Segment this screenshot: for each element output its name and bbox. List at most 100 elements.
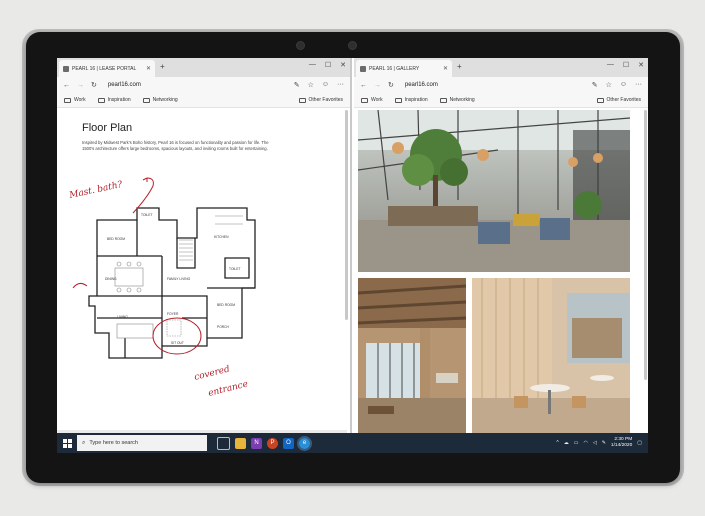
site-favicon-icon xyxy=(360,65,366,72)
room-label-bedroom-2: BED ROOM xyxy=(217,303,235,307)
favorite-work[interactable]: Work xyxy=(361,97,383,103)
minimize-icon[interactable]: — xyxy=(309,61,316,69)
more-icon[interactable]: ··· xyxy=(337,81,344,89)
maximize-icon[interactable]: ☐ xyxy=(623,61,629,69)
edge-icon[interactable]: e xyxy=(297,435,312,451)
room-label-kitchen: KITCHEN xyxy=(214,235,229,239)
clock-date: 1/14/2020 xyxy=(610,443,633,448)
floor-plan-drawing: TOILET BED ROOM KITCHEN TOILET DINING FA… xyxy=(68,177,256,399)
onedrive-icon[interactable]: ☁ xyxy=(564,440,569,446)
favorite-label: Networking xyxy=(449,97,475,103)
folder-icon xyxy=(361,97,368,103)
new-tab-button[interactable]: + xyxy=(160,62,165,71)
screen: PEARL 16 | LEASE PORTAL ✕ + — ☐ ✕ ← → ↻ … xyxy=(57,58,648,453)
start-button[interactable] xyxy=(57,433,77,453)
gallery-photo-cafe[interactable] xyxy=(472,278,630,433)
battery-icon[interactable]: ▭ xyxy=(574,440,579,446)
volume-icon[interactable]: ◁ xyxy=(593,440,597,446)
room-label-family-living: FAMILY LIVING xyxy=(167,277,191,281)
profile-icon[interactable]: ☺ xyxy=(322,81,329,89)
folder-icon xyxy=(64,97,71,103)
taskbar: ⌕ Type here to search N P O e ^ ☁ ▭ ◠ ◁ … xyxy=(57,433,648,453)
favorite-label: Work xyxy=(74,97,86,103)
favorites-bar: Work Inspiration Networking Other Favori… xyxy=(354,93,648,108)
favorite-label: Other Favorites xyxy=(308,97,343,103)
minimize-icon[interactable]: — xyxy=(607,61,614,69)
close-tab-icon[interactable]: ✕ xyxy=(146,65,151,72)
room-label-toilet-2: TOILET xyxy=(229,267,240,271)
address-bar: ← → ↻ pearl16.com ✎ ☆ ☺ ··· xyxy=(57,77,350,93)
task-view-icon[interactable] xyxy=(217,436,230,450)
scrollbar[interactable] xyxy=(345,110,348,320)
pen-icon[interactable]: ✎ xyxy=(602,440,606,446)
other-favorites[interactable]: Other Favorites xyxy=(298,97,343,103)
tab-lease-portal[interactable]: PEARL 16 | LEASE PORTAL ✕ xyxy=(59,60,155,77)
gallery-photo-atrium[interactable] xyxy=(358,110,630,272)
camera-icon xyxy=(348,41,357,50)
gallery-content xyxy=(354,108,648,433)
gallery-photo-lounge[interactable] xyxy=(358,278,466,433)
close-tab-icon[interactable]: ✕ xyxy=(443,65,448,72)
ink-annotation-entrance: entrance xyxy=(207,379,249,399)
room-label-porch: PORCH xyxy=(217,325,230,329)
favorite-inspiration[interactable]: Inspiration xyxy=(97,97,131,103)
taskbar-search-box[interactable]: ⌕ Type here to search xyxy=(77,435,207,451)
favorite-inspiration[interactable]: Inspiration xyxy=(394,97,428,103)
notifications-icon[interactable]: ▢ xyxy=(637,440,642,446)
favorite-label: Other Favorites xyxy=(606,97,641,103)
reading-view-icon[interactable]: ✎ xyxy=(592,81,598,89)
room-label-bedroom: BED ROOM xyxy=(107,237,125,241)
address-bar: ← → ↻ pearl16.com ✎ ☆ ☺ ··· xyxy=(354,77,648,93)
site-favicon-icon xyxy=(63,65,69,72)
file-explorer-icon[interactable] xyxy=(235,437,246,449)
favorite-label: Networking xyxy=(152,97,178,103)
browser-window-lease-portal: PEARL 16 | LEASE PORTAL ✕ + — ☐ ✕ ← → ↻ … xyxy=(57,58,352,433)
folder-icon xyxy=(142,97,150,103)
back-icon[interactable]: ← xyxy=(360,82,367,89)
url-field[interactable]: pearl16.com xyxy=(405,82,438,88)
tab-gallery[interactable]: PEARL 16 | GALLERY ✕ xyxy=(356,60,452,77)
new-tab-button[interactable]: + xyxy=(457,62,462,71)
show-hidden-icons-icon[interactable]: ^ xyxy=(556,440,558,446)
wifi-icon[interactable]: ◠ xyxy=(583,440,587,446)
maximize-icon[interactable]: ☐ xyxy=(325,61,331,69)
page-content: Floor Plan Inspired by Midwest Park's Bo… xyxy=(57,108,350,433)
favorite-label: Work xyxy=(371,97,383,103)
room-label-living: LIVING xyxy=(117,315,128,319)
clock[interactable]: 2:30 PM 1/14/2020 xyxy=(611,437,632,449)
folder-icon xyxy=(298,97,306,103)
refresh-icon[interactable]: ↻ xyxy=(388,81,394,89)
tab-strip: PEARL 16 | GALLERY ✕ + — ☐ ✕ xyxy=(354,58,648,77)
close-window-icon[interactable]: ✕ xyxy=(638,61,644,69)
forward-icon[interactable]: → xyxy=(374,82,381,89)
powerpoint-icon[interactable]: P xyxy=(267,437,278,449)
room-label-toilet: TOILET xyxy=(141,213,152,217)
star-icon[interactable]: ☆ xyxy=(606,81,612,89)
more-icon[interactable]: ··· xyxy=(635,81,642,89)
browser-window-gallery: PEARL 16 | GALLERY ✕ + — ☐ ✕ ← → ↻ pearl… xyxy=(354,58,648,433)
url-field[interactable]: pearl16.com xyxy=(108,82,141,88)
forward-icon[interactable]: → xyxy=(77,82,84,89)
ink-annotation-covered: covered xyxy=(193,364,231,383)
onenote-icon[interactable]: N xyxy=(251,437,262,449)
camera-icon xyxy=(296,41,305,50)
profile-icon[interactable]: ☺ xyxy=(620,81,627,89)
favorite-networking[interactable]: Networking xyxy=(439,97,475,103)
reading-view-icon[interactable]: ✎ xyxy=(294,81,300,89)
back-icon[interactable]: ← xyxy=(63,82,70,89)
close-window-icon[interactable]: ✕ xyxy=(340,61,346,69)
outlook-icon[interactable]: O xyxy=(283,437,294,449)
scrollbar[interactable] xyxy=(644,110,647,380)
ink-annotation-master-bath: Mast. bath? xyxy=(68,180,124,201)
favorite-networking[interactable]: Networking xyxy=(142,97,178,103)
folder-icon xyxy=(97,97,105,103)
room-label-foyer: FOYER xyxy=(167,312,179,316)
window-controls: — ☐ ✕ xyxy=(309,61,346,69)
window-controls: — ☐ ✕ xyxy=(607,61,644,69)
star-icon[interactable]: ☆ xyxy=(308,81,314,89)
refresh-icon[interactable]: ↻ xyxy=(91,81,97,89)
favorite-label: Inspiration xyxy=(404,97,428,103)
favorite-work[interactable]: Work xyxy=(64,97,86,103)
other-favorites[interactable]: Other Favorites xyxy=(596,97,641,103)
windows-logo-icon xyxy=(62,438,72,448)
